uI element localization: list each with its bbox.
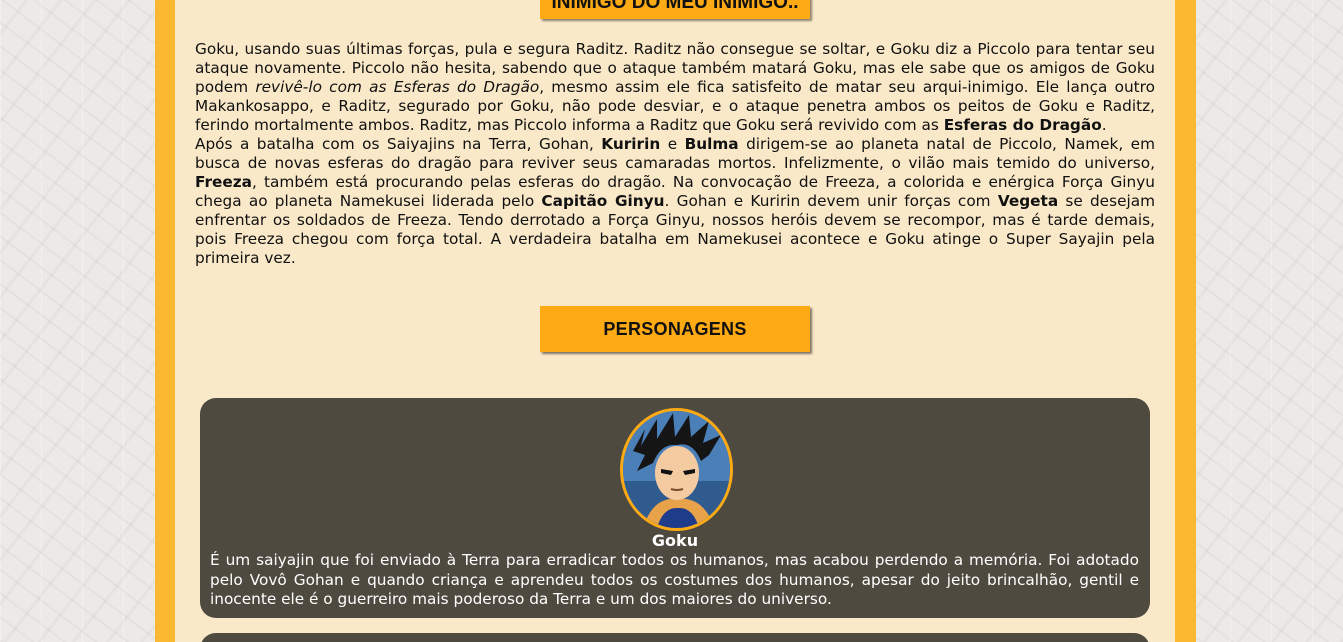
story-bold-bulma: Bulma bbox=[684, 135, 739, 153]
character-name: Goku bbox=[651, 531, 699, 550]
goku-avatar bbox=[620, 408, 733, 531]
story-text-span: Após a batalha com os Saiyajins na Terra… bbox=[195, 135, 602, 153]
story-text-span: . Gohan e Kuririn devem unir forças com bbox=[664, 192, 998, 210]
story-text-span: e bbox=[660, 135, 685, 153]
character-card-next bbox=[200, 633, 1150, 642]
story-paragraph-2: Após a batalha com os Saiyajins na Terra… bbox=[195, 135, 1155, 268]
story-italic: revivê-lo com as Esferas do Dragão bbox=[255, 78, 540, 96]
story-text: Goku, usando suas últimas forças, pula e… bbox=[195, 40, 1155, 268]
goku-portrait-image bbox=[623, 411, 730, 528]
personagens-button[interactable]: PERSONAGENS bbox=[540, 306, 810, 352]
story-paragraph-1: Goku, usando suas últimas forças, pula e… bbox=[195, 40, 1155, 135]
content-area: INIMIGO DO MEU INIMIGO.. Goku, usando su… bbox=[175, 0, 1175, 642]
section-button-inimigo[interactable]: INIMIGO DO MEU INIMIGO.. bbox=[540, 0, 810, 19]
story-bold-kuririn: Kuririn bbox=[601, 135, 661, 153]
character-description: É um saiyajin que foi enviado à Terra pa… bbox=[210, 551, 1139, 608]
story-bold-vegeta: Vegeta bbox=[997, 192, 1059, 210]
story-bold-esferas: Esferas do Dragão bbox=[943, 116, 1102, 134]
story-bold-freeza: Freeza bbox=[195, 173, 252, 191]
page-frame: INIMIGO DO MEU INIMIGO.. Goku, usando su… bbox=[155, 0, 1196, 642]
character-card-goku: Goku É um saiyajin que foi enviado à Ter… bbox=[200, 398, 1150, 618]
story-text-span: . bbox=[1101, 116, 1107, 134]
story-bold-ginyu: Capitão Ginyu bbox=[541, 192, 665, 210]
